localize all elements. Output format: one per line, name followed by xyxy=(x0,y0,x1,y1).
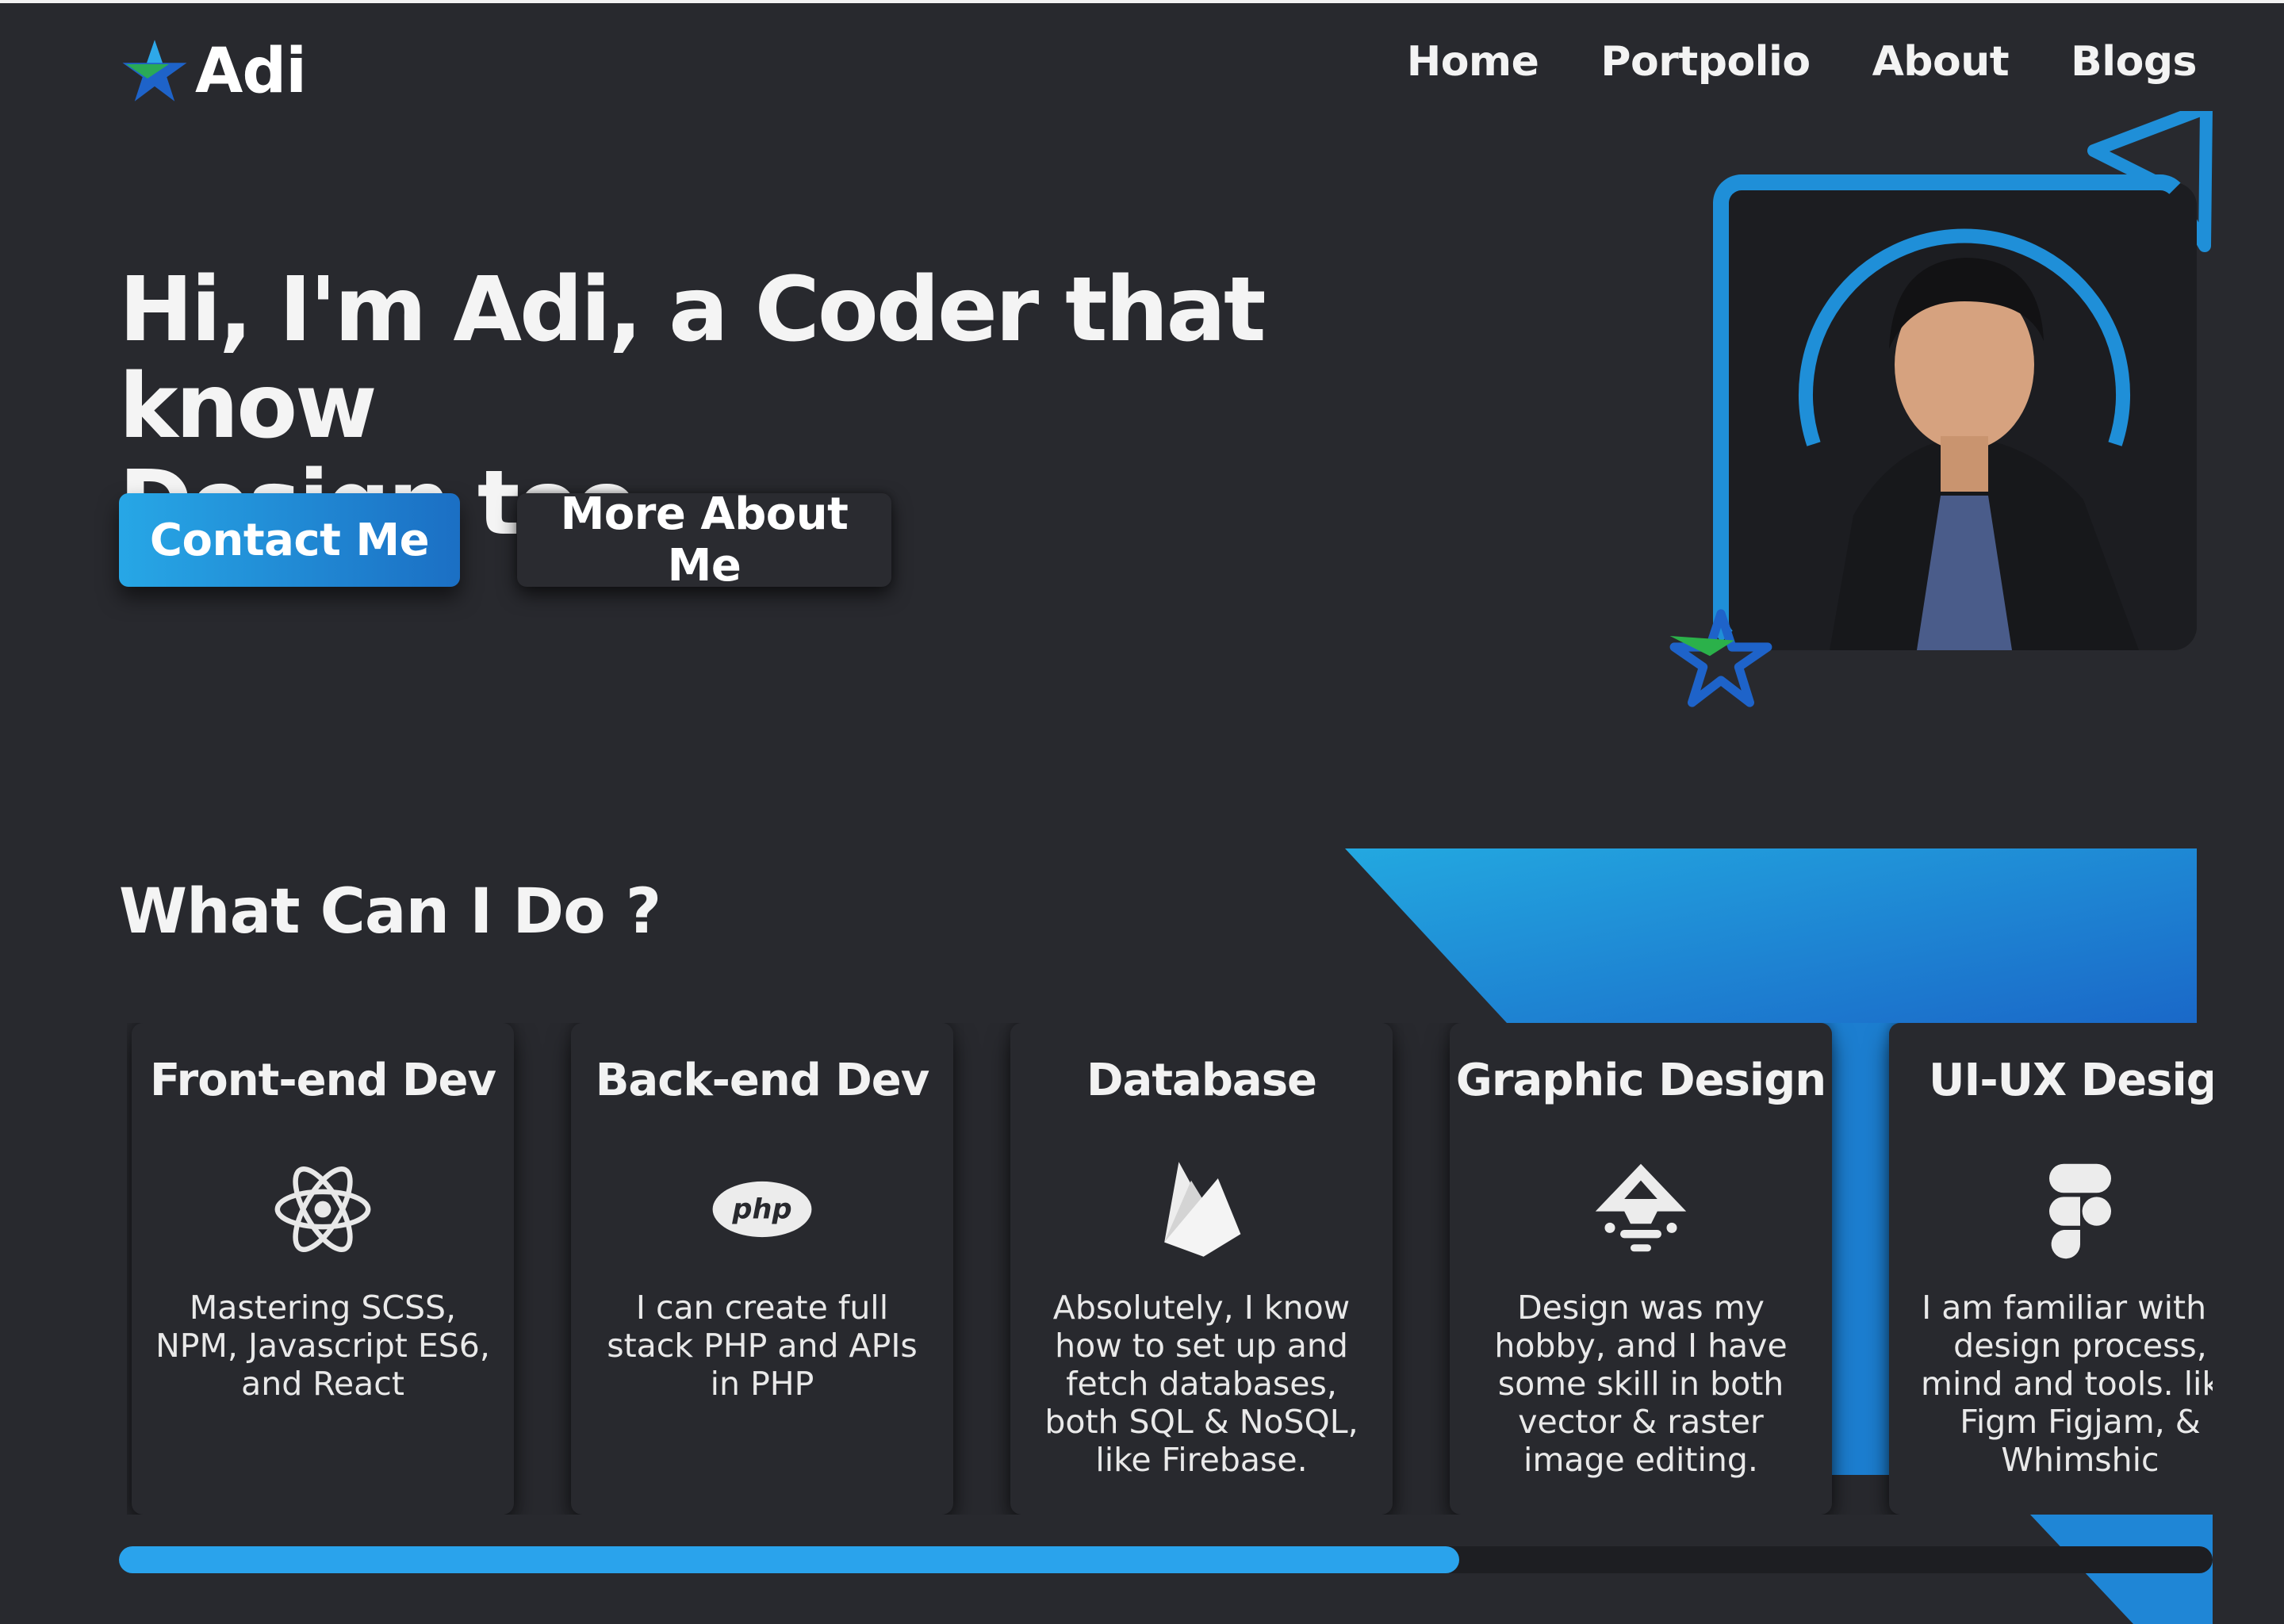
portrait-area xyxy=(1665,111,2221,714)
card-title: Graphic Design xyxy=(1455,1055,1826,1106)
nav-home[interactable]: Home xyxy=(1407,38,1539,86)
card-description: I am familiar with tł design process, mi… xyxy=(1921,1289,2213,1479)
top-border xyxy=(0,0,2284,3)
more-about-me-button[interactable]: More About Me xyxy=(517,488,891,592)
card-title: Front-end Dev xyxy=(149,1055,496,1106)
svg-text:php: php xyxy=(731,1193,791,1226)
brand-name: Adi xyxy=(195,36,307,107)
react-icon xyxy=(271,1158,374,1261)
figma-icon xyxy=(2029,1158,2132,1261)
scrollbar-thumb[interactable] xyxy=(119,1546,1459,1573)
main-nav: Home Portpolio About Blogs xyxy=(1407,38,2198,86)
star-logo-icon xyxy=(122,40,187,102)
service-card[interactable]: Front-end Dev Mastering SCSS, NPM, Javas… xyxy=(132,1023,514,1515)
card-description: Absolutely, I know how to set up and fet… xyxy=(1044,1289,1359,1479)
firebase-icon xyxy=(1150,1158,1253,1261)
card-title: Back-end Dev xyxy=(595,1055,930,1106)
inkscape-icon xyxy=(1589,1158,1692,1261)
card-description: Design was my hobby, and I have some ski… xyxy=(1494,1289,1788,1479)
service-card[interactable]: UI-UX Desigi I am familiar with tł desig… xyxy=(1889,1023,2213,1515)
service-card[interactable]: Graphic Design Design was my hobby, and … xyxy=(1450,1023,1832,1515)
service-card[interactable]: Database Absolutely, I know how to set u… xyxy=(1010,1023,1393,1515)
page: Adi Home Portpolio About Blogs Hi, I'm A… xyxy=(0,0,2284,1624)
card-title: Database xyxy=(1086,1055,1317,1106)
php-icon: php xyxy=(711,1158,814,1261)
small-star-icon xyxy=(1669,609,1772,707)
card-description: Mastering SCSS, NPM, Javascript ES6, and… xyxy=(155,1289,490,1403)
contact-me-button[interactable]: Contact Me xyxy=(119,493,460,587)
carousel-scrollbar[interactable] xyxy=(119,1546,2213,1573)
portrait-frame xyxy=(1713,174,2189,650)
hero-title-line1: Hi, I'm Adi, a Coder that know xyxy=(119,259,1267,458)
service-card[interactable]: Back-end Dev php I can create full stack… xyxy=(571,1023,953,1515)
nav-portpolio[interactable]: Portpolio xyxy=(1600,38,1811,86)
card-title: UI-UX Desigi xyxy=(1929,1055,2213,1106)
nav-about[interactable]: About xyxy=(1872,38,2010,86)
nav-blogs[interactable]: Blogs xyxy=(2071,38,2197,86)
brand-logo[interactable]: Adi xyxy=(119,32,307,111)
services-carousel: Front-end Dev Mastering SCSS, NPM, Javas… xyxy=(127,1023,2213,1515)
section-title: What Can I Do ? xyxy=(119,876,661,948)
card-description: I can create full stack PHP and APIs in … xyxy=(607,1289,918,1403)
